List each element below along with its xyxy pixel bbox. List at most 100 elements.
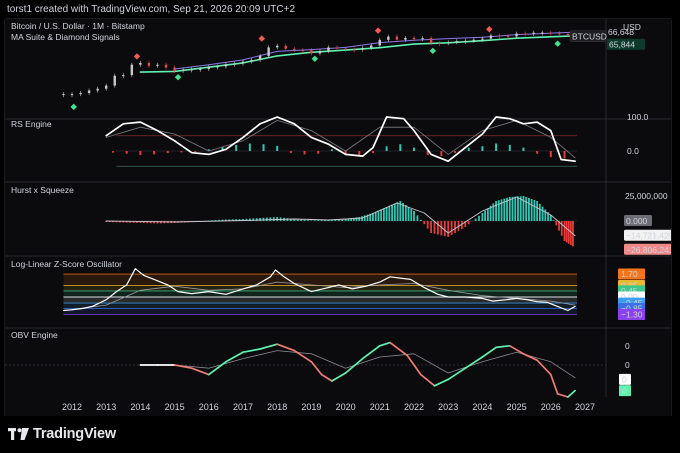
hurst-histogram-bar — [443, 221, 446, 237]
rs-histogram-bar — [508, 144, 511, 151]
candle-body — [361, 47, 364, 50]
candle-body — [293, 48, 296, 51]
x-axis-tick-label: 2016 — [199, 402, 219, 412]
hurst-histogram-bar — [393, 203, 396, 221]
obv-osc-segment — [495, 344, 511, 349]
sell-signal-diamond — [486, 26, 493, 33]
hurst-histogram-bar — [536, 201, 539, 221]
candle-body — [532, 32, 535, 34]
candle-body — [70, 94, 74, 96]
symbol-tag: BTCUSD — [572, 31, 607, 41]
buy-signal-diamond — [429, 47, 437, 55]
candle-body — [472, 39, 476, 41]
x-axis-tick-label: 2014 — [130, 402, 150, 412]
x-axis-tick-label: 2027 — [575, 402, 595, 412]
zscore-band-fill — [63, 290, 577, 297]
candle-body — [241, 61, 245, 64]
candle-body — [489, 35, 493, 39]
obv-osc-segment — [556, 392, 569, 398]
candle-body — [481, 38, 484, 40]
hurst-histogram-bar — [495, 201, 497, 221]
candle-body — [130, 64, 134, 76]
hurst-histogram-bar — [426, 221, 429, 229]
hurst-histogram-bar — [467, 221, 470, 225]
candle-body — [387, 36, 390, 40]
chart-canvas[interactable]: Bitcoin / U.S. Dollar · 1M · BitstampMA … — [5, 19, 671, 417]
obv-osc-segment — [259, 343, 279, 350]
obv-osc-segment — [419, 373, 436, 387]
hurst-histogram-bar — [358, 217, 361, 221]
obv-y-tick: 0 — [625, 341, 630, 351]
candle-body — [370, 45, 373, 48]
hurst-histogram-bar — [525, 197, 528, 221]
hurst-histogram-bar — [363, 215, 366, 221]
hurst-histogram-bar — [474, 218, 477, 221]
candle-body — [464, 40, 467, 42]
candle-body — [207, 67, 210, 69]
rs-histogram-bar — [180, 151, 183, 153]
hurst-histogram-bar — [269, 217, 272, 221]
hurst-histogram-bar — [388, 205, 391, 221]
candle-body — [173, 67, 176, 71]
hurst-histogram-bar — [552, 220, 555, 221]
x-axis-tick-label: 2026 — [541, 402, 561, 412]
rs-histogram-bar — [371, 151, 374, 154]
x-axis-tick-label: 2023 — [438, 402, 458, 412]
rs-histogram-bar — [358, 151, 361, 156]
hurst-histogram-bar — [410, 209, 413, 221]
tradingview-wordmark: TradingView — [33, 426, 116, 442]
hurst-histogram-bar — [276, 217, 279, 221]
candle-body — [233, 63, 236, 65]
hurst-histogram-bar — [419, 219, 422, 221]
hurst-histogram-bar — [486, 208, 489, 221]
hurst-histogram-bar — [522, 196, 525, 221]
tradingview-logo-icon — [8, 428, 29, 440]
rs-histogram-bar — [125, 151, 128, 154]
obv-osc-segment — [549, 373, 559, 395]
candle-body — [541, 32, 544, 34]
obv-osc-segment — [567, 389, 576, 398]
chart-frame[interactable]: Bitcoin / U.S. Dollar · 1M · Bitstamp MA … — [4, 18, 672, 418]
rs-histogram-bar — [262, 144, 265, 151]
candle-body — [87, 90, 91, 93]
hurst-histogram-bar — [407, 207, 410, 221]
candle-body — [549, 32, 552, 34]
hurst-histogram-bar — [391, 204, 394, 221]
candle-body — [378, 39, 381, 46]
hurst-histogram-bar — [565, 221, 568, 243]
candle-body — [284, 45, 287, 49]
x-axis-tick-label: 2018 — [267, 402, 287, 412]
x-axis-tick-label: 2024 — [472, 402, 492, 412]
rs-histogram-bar — [549, 151, 552, 158]
rs-histogram-bar — [563, 151, 566, 159]
candle-body — [216, 66, 219, 68]
x-axis-tick-label: 2025 — [507, 402, 527, 412]
candle-body — [335, 47, 339, 49]
candle-body — [523, 33, 527, 35]
hurst-histogram-bar — [300, 219, 303, 221]
candle-body — [139, 62, 142, 65]
candle-body — [190, 69, 193, 71]
rs-histogram-bar — [385, 146, 388, 151]
candle-body — [352, 49, 356, 51]
candle-body — [515, 33, 518, 37]
hurst-histogram-bar — [508, 197, 511, 221]
buy-signal-diamond — [311, 55, 319, 63]
candle-body — [250, 59, 253, 62]
obv-osc-segment — [242, 348, 261, 354]
obv-osc-segment — [293, 349, 313, 363]
rs-histogram-bar — [495, 143, 498, 151]
rs-histogram-bar — [536, 151, 539, 154]
rs-histogram-bar — [139, 151, 142, 156]
obv-osc-segment — [190, 367, 210, 376]
x-axis-tick-label: 2015 — [165, 402, 185, 412]
candle-body — [498, 35, 501, 37]
price-ma-mint-line — [139, 34, 576, 73]
hurst-histogram-bar — [563, 221, 566, 241]
obv-osc-segment — [389, 341, 409, 357]
sell-signal-diamond — [133, 53, 141, 60]
candle-body — [558, 33, 561, 35]
candle-body — [421, 38, 424, 40]
hurst-histogram-bar — [317, 220, 320, 221]
hurst-histogram-bar — [320, 220, 323, 221]
